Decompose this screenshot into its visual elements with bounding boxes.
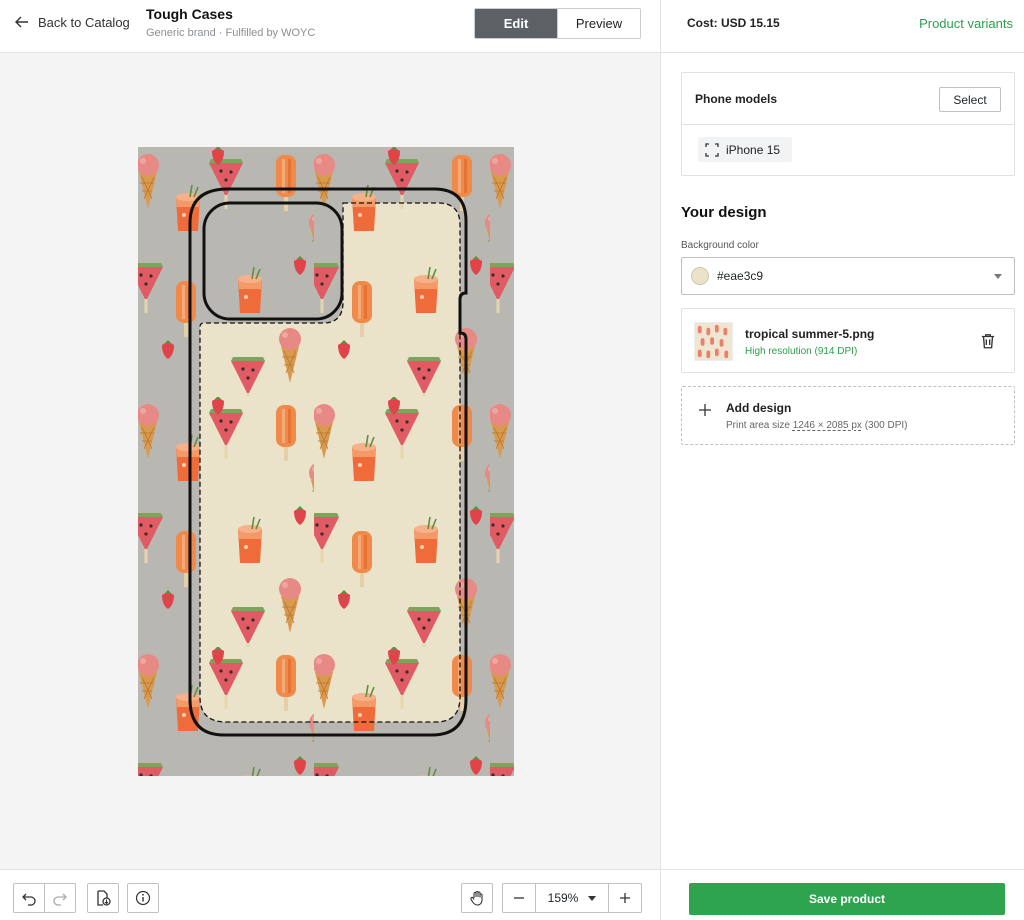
edit-tab[interactable]: Edit — [475, 9, 557, 38]
back-label: Back to Catalog — [38, 14, 130, 30]
save-to-library-button[interactable] — [87, 883, 119, 913]
design-canvas[interactable] — [0, 53, 660, 869]
zoom-in-button[interactable] — [609, 884, 641, 912]
back-to-catalog-link[interactable]: Back to Catalog — [14, 14, 130, 30]
caret-down-icon — [588, 895, 597, 901]
side-panel: Cost: USD 15.15 Product variants Phone m… — [660, 0, 1024, 920]
your-design-title: Your design — [681, 204, 767, 221]
trash-icon[interactable] — [979, 332, 997, 350]
zoom-level-select[interactable]: 159% — [535, 884, 609, 912]
minus-icon — [514, 897, 524, 899]
print-area-dpi: (300 DPI) — [861, 420, 908, 431]
add-design-title: Add design — [726, 401, 792, 415]
design-resolution: High resolution (914 DPI) — [745, 346, 858, 357]
plus-icon — [620, 893, 630, 903]
design-thumbnail — [694, 322, 733, 361]
phone-model-chip[interactable]: iPhone 15 — [698, 137, 793, 162]
zoom-out-button[interactable] — [503, 884, 535, 912]
add-design-button[interactable]: Add design Print area size 1246 × 2085 p… — [681, 386, 1015, 445]
design-file-card[interactable]: tropical summer-5.png High resolution (9… — [681, 308, 1015, 373]
info-button[interactable] — [127, 883, 159, 913]
background-color-label: Background color — [681, 240, 759, 251]
mode-toggle: Edit Preview — [474, 8, 641, 39]
select-models-button[interactable]: Select — [939, 87, 1001, 112]
plus-icon — [699, 404, 711, 416]
background-color-select[interactable]: #eae3c9 — [681, 257, 1015, 295]
phone-case-mockup[interactable] — [138, 147, 514, 776]
expand-frame-icon — [705, 142, 719, 157]
background-color-value: #eae3c9 — [717, 269, 764, 283]
redo-button[interactable] — [44, 883, 76, 913]
document-download-icon — [97, 890, 111, 906]
color-swatch — [691, 267, 709, 285]
undo-icon — [22, 893, 36, 906]
panel-header: Cost: USD 15.15 Product variants — [661, 0, 1024, 53]
save-product-button[interactable]: Save product — [689, 883, 1005, 915]
print-area-info: Print area size 1246 × 2085 px (300 DPI) — [726, 420, 908, 431]
zoom-level-value: 159% — [547, 891, 579, 905]
undo-button[interactable] — [13, 883, 45, 913]
arrow-left-icon — [15, 16, 28, 28]
product-title: Tough Cases — [146, 6, 233, 22]
info-icon — [135, 890, 151, 906]
bottom-toolbar: 159% — [0, 869, 660, 920]
chevron-down-icon — [994, 274, 1002, 279]
phone-models-header: Phone models Select — [682, 73, 1014, 125]
zoom-control: 159% — [502, 883, 642, 913]
phone-model-name: iPhone 15 — [726, 142, 781, 157]
product-subtitle: Generic brand · Fulfilled by WOYC — [146, 27, 316, 39]
preview-tab[interactable]: Preview — [557, 9, 640, 38]
panel-footer: Save product — [661, 869, 1024, 920]
product-variants-link[interactable]: Product variants — [919, 16, 1013, 31]
print-area-prefix: Print area size — [726, 420, 793, 431]
phone-models-card: Phone models Select iPhone 15 — [681, 72, 1015, 176]
product-cost: Cost: USD 15.15 — [687, 16, 780, 30]
redo-icon — [53, 893, 67, 906]
hand-icon — [470, 890, 483, 906]
phone-models-label: Phone models — [695, 92, 778, 106]
design-file-name: tropical summer-5.png — [745, 327, 875, 341]
print-area-dimensions: 1246 × 2085 px — [792, 420, 862, 431]
pan-tool-button[interactable] — [461, 883, 493, 913]
top-bar: Back to Catalog Tough Cases Generic bran… — [0, 0, 660, 53]
